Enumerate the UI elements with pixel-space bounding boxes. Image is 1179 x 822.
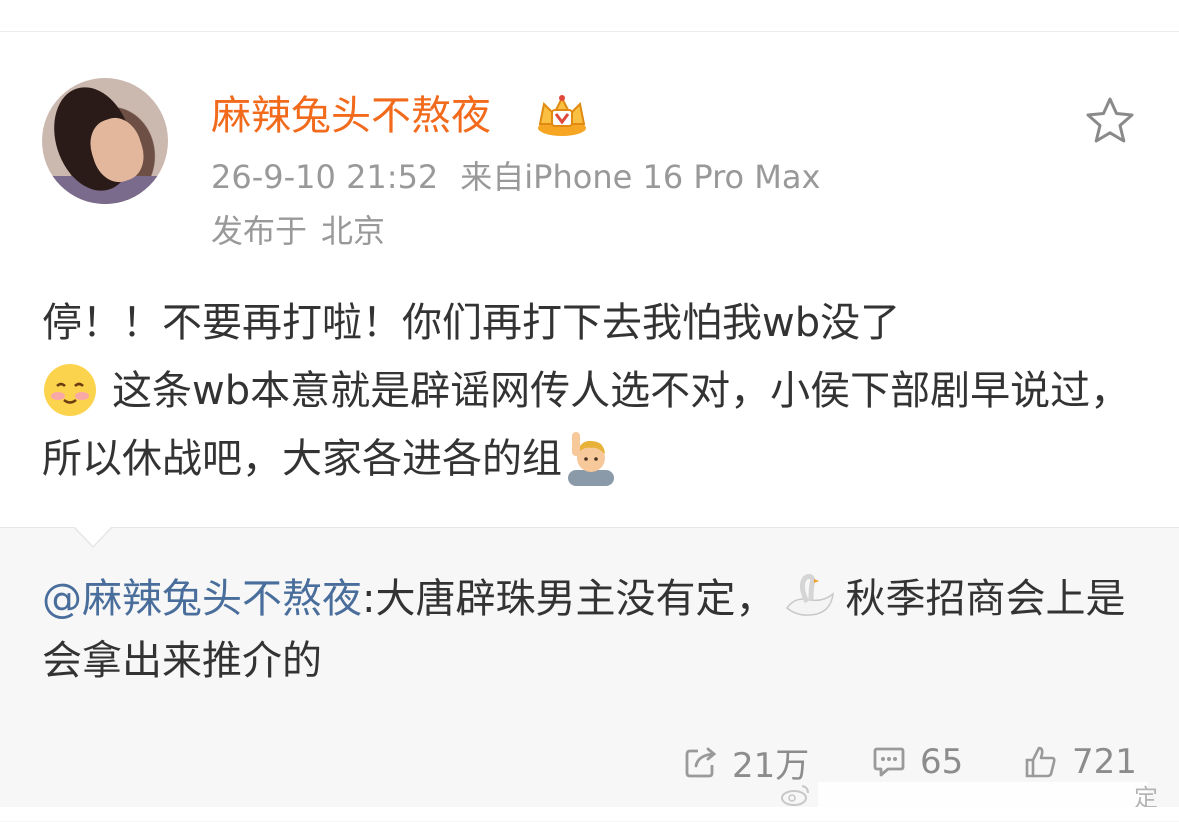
watermark-redaction: [818, 782, 1148, 808]
bottom-strip: [0, 807, 1179, 821]
location-prefix: 发布于: [211, 212, 308, 250]
repost-mention-link[interactable]: @麻辣兔头不熬夜: [42, 576, 362, 622]
location-city: 北京: [321, 212, 386, 250]
weibo-logo-icon: [781, 785, 809, 806]
author-avatar[interactable]: [42, 78, 168, 204]
comment-count: 65: [920, 742, 964, 782]
author-name[interactable]: 麻辣兔头不熬夜: [211, 92, 491, 140]
like-count: 721: [1072, 742, 1137, 782]
crown-vip-icon[interactable]: [534, 94, 590, 138]
post-location-line: 发布于 北京: [211, 212, 385, 250]
comment-icon: [873, 747, 905, 777]
post-source: 来自iPhone 16 Pro Max: [460, 158, 821, 196]
share-icon: [685, 747, 717, 778]
post-body: 停！！不要再打啦！你们再打下去我怕我wb没了 这条wb本意就是辟谣网传人选不对，…: [42, 289, 1142, 493]
post-timestamp: 26-9-10 21:52: [211, 158, 439, 196]
post-body-text-1: 停！！不要再打啦！你们再打下去我怕我wb没了: [42, 300, 901, 346]
star-outline-icon[interactable]: [1084, 95, 1136, 147]
thumbs-up-icon: [1025, 746, 1056, 778]
post-meta: 26-9-10 21:52 来自iPhone 16 Pro Max: [211, 158, 820, 196]
repost-text-1: :大唐辟珠男主没有定，: [362, 576, 776, 622]
repost-text: @麻辣兔头不熬夜:大唐辟珠男主没有定， 秋季招商会上是会拿出来推介的: [42, 568, 1142, 692]
person-raising-hand-emoji-icon: [568, 432, 614, 486]
swan-emoji-icon: [786, 573, 835, 616]
top-divider: [0, 31, 1179, 32]
blushing-face-emoji-icon: [44, 364, 96, 416]
repost-pointer: [74, 527, 112, 549]
